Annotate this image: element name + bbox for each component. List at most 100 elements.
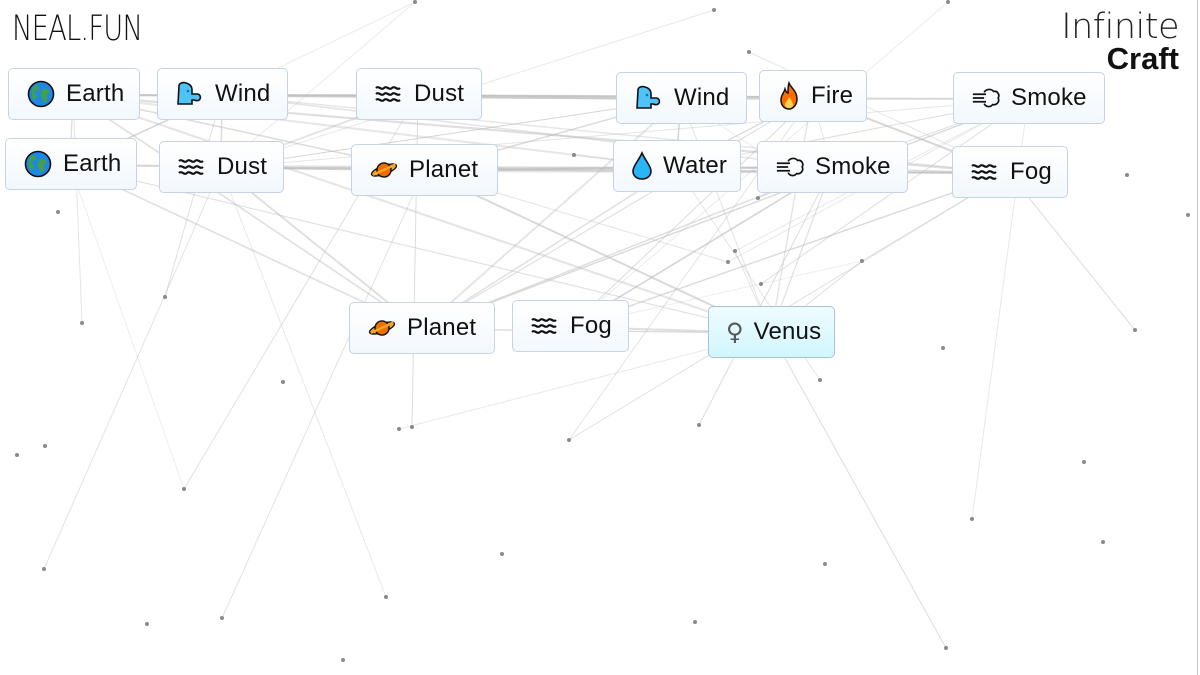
canvas-item-wind-2[interactable]: Wind: [616, 72, 747, 124]
network-dot: [500, 552, 504, 556]
network-line: [43, 167, 222, 570]
network-line: [770, 332, 947, 649]
wind-face-icon: [175, 80, 205, 108]
item-label: Water: [663, 152, 728, 179]
network-dot: [384, 595, 388, 599]
network-dot: [341, 658, 345, 662]
network-dot: [697, 423, 701, 427]
network-dot: [397, 427, 401, 431]
wavy-lines-icon: [374, 83, 404, 105]
network-dot: [860, 259, 864, 263]
network-line: [420, 98, 682, 330]
network-dot: [56, 210, 60, 214]
female-sign-icon: ♀: [726, 318, 744, 346]
network-dot: [567, 438, 571, 442]
globe-icon: [26, 80, 56, 108]
ringed-planet-icon: [369, 158, 399, 182]
network-dot: [970, 517, 974, 521]
item-label: Wind: [674, 84, 730, 111]
network-dot: [15, 453, 19, 457]
network-dot: [1133, 328, 1137, 332]
network-dot: [693, 620, 697, 624]
ringed-planet-icon: [367, 316, 397, 340]
canvas-item-venus[interactable]: ♀ Venus: [708, 306, 835, 358]
dash-puff-icon: [775, 155, 805, 179]
canvas-item-wind[interactable]: Wind: [157, 68, 288, 120]
wavy-lines-icon: [177, 156, 207, 178]
network-line: [220, 167, 387, 598]
network-line: [221, 170, 425, 619]
network-line: [698, 167, 833, 426]
globe-icon: [23, 150, 53, 178]
network-dot: [712, 8, 716, 12]
canvas-item-fire[interactable]: Fire: [759, 70, 867, 122]
item-label: Dust: [217, 153, 268, 180]
network-line: [164, 94, 223, 298]
item-label: Fire: [811, 82, 854, 109]
infinite-craft-logo: Infinite Craft: [1061, 7, 1179, 76]
item-label: Smoke: [815, 153, 891, 180]
canvas-item-earth[interactable]: Earth: [8, 68, 140, 120]
neal-fun-logo[interactable]: NEAL.FUN: [12, 12, 143, 47]
canvas-item-planet-2[interactable]: Planet: [349, 302, 495, 354]
network-dot: [80, 321, 84, 325]
canvas-item-dust[interactable]: Dust: [356, 68, 482, 120]
network-dot: [759, 282, 763, 286]
network-dot: [941, 346, 945, 350]
network-dot: [1186, 213, 1190, 217]
canvas-item-earth-2[interactable]: Earth: [5, 138, 137, 190]
network-line: [69, 164, 185, 490]
fire-icon: [777, 81, 801, 111]
network-line: [770, 96, 813, 334]
network-dot: [43, 444, 47, 448]
network-dot: [944, 646, 948, 650]
item-label: Planet: [409, 156, 479, 183]
logo-line-craft: Craft: [1106, 41, 1179, 76]
network-dot: [281, 380, 285, 384]
network-dot: [946, 0, 950, 4]
canvas-item-fog-2[interactable]: Fog: [512, 300, 629, 352]
item-label: Fog: [570, 312, 612, 339]
network-dot: [410, 425, 414, 429]
network-dot: [726, 260, 730, 264]
canvas-item-fog[interactable]: Fog: [952, 146, 1068, 198]
network-dot: [1125, 173, 1129, 177]
item-label: Dust: [414, 80, 465, 107]
network-dot: [747, 50, 751, 54]
network-dot: [572, 153, 576, 157]
network-line: [420, 98, 1029, 330]
network-dot: [823, 562, 827, 566]
wind-face-icon: [634, 84, 664, 112]
network-dot: [1101, 540, 1105, 544]
item-label: Wind: [215, 80, 271, 107]
network-dot: [220, 616, 224, 620]
craft-canvas[interactable]: NEAL.FUN Infinite Craft Earth Wind Dust …: [0, 0, 1197, 675]
item-label: Earth: [63, 150, 122, 177]
network-dot: [145, 622, 149, 626]
wavy-lines-icon: [530, 315, 560, 337]
network-dot: [1082, 460, 1086, 464]
item-label: Smoke: [1011, 84, 1087, 111]
canvas-item-water[interactable]: Water: [613, 140, 741, 192]
logo-line-infinite: Infinite: [1061, 7, 1179, 47]
network-dot: [163, 295, 167, 299]
canvas-item-planet[interactable]: Planet: [351, 144, 498, 196]
network-dot: [733, 249, 737, 253]
network-dot: [756, 196, 760, 200]
network-dot: [182, 487, 186, 491]
dash-puff-icon: [971, 86, 1001, 110]
network-line: [72, 94, 83, 324]
droplet-icon: [631, 151, 653, 181]
canvas-item-dust-2[interactable]: Dust: [159, 141, 284, 193]
network-line: [72, 93, 772, 335]
canvas-item-smoke-2[interactable]: Smoke: [757, 141, 908, 193]
item-label: Planet: [407, 314, 477, 341]
network-dot: [42, 567, 46, 571]
item-label: Venus: [753, 318, 822, 345]
network-dot: [818, 378, 822, 382]
wavy-lines-icon: [970, 161, 1000, 183]
item-label: Earth: [66, 80, 125, 107]
network-line: [420, 96, 813, 330]
canvas-item-smoke[interactable]: Smoke: [953, 72, 1105, 124]
item-label: Fog: [1010, 158, 1052, 185]
